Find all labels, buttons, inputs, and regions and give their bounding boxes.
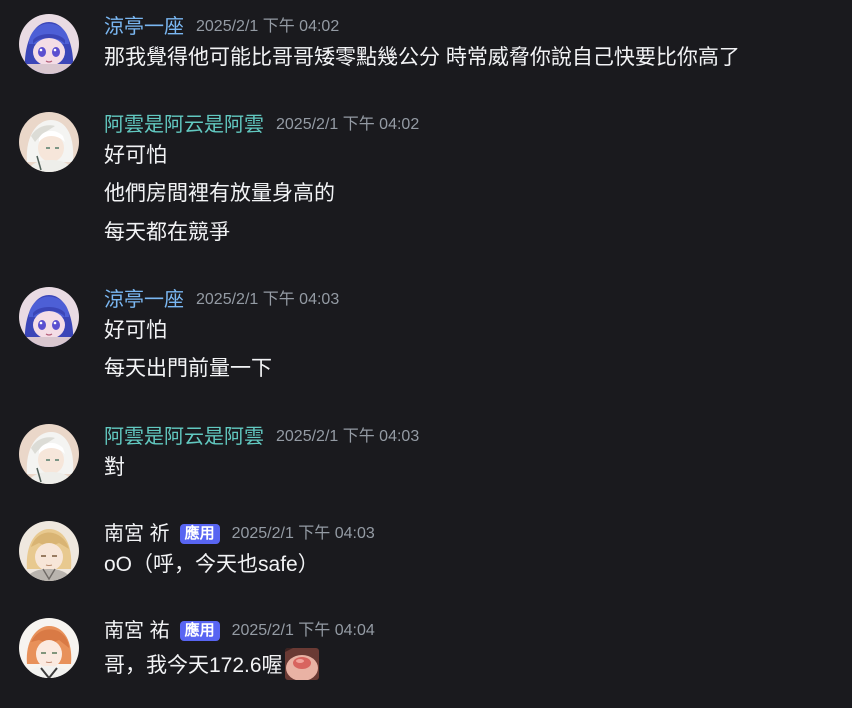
timestamp[interactable]: 2025/2/1 下午 04:03 bbox=[232, 521, 375, 547]
timestamp[interactable]: 2025/2/1 下午 04:03 bbox=[196, 287, 339, 313]
username[interactable]: 涼亭一座 bbox=[104, 287, 184, 313]
message-text: oO（呼，今天也safe） bbox=[104, 553, 319, 576]
message-header: 涼亭一座 2025/2/1 下午 04:03 bbox=[104, 287, 339, 313]
avatar-image bbox=[19, 618, 79, 678]
message-text: 對 bbox=[104, 456, 125, 479]
message-header: 南宮 祐 應用 2025/2/1 下午 04:04 bbox=[104, 618, 375, 644]
message-header: 涼亭一座 2025/2/1 下午 04:02 bbox=[104, 14, 339, 40]
avatar-image bbox=[19, 14, 79, 74]
avatar[interactable] bbox=[19, 112, 79, 172]
message-text: 他們房間裡有放量身高的 bbox=[104, 182, 335, 205]
username[interactable]: 南宮 祈 bbox=[104, 521, 170, 547]
avatar[interactable] bbox=[19, 14, 79, 74]
blushing-face-emoji[interactable] bbox=[284, 648, 319, 680]
message-text: 好可怕 bbox=[104, 144, 167, 167]
username[interactable]: 南宮 祐 bbox=[104, 618, 170, 644]
message-text: 那我覺得他可能比哥哥矮零點幾公分 時常威脅你說自己快要比你高了 bbox=[104, 46, 740, 69]
timestamp[interactable]: 2025/2/1 下午 04:02 bbox=[196, 14, 339, 40]
app-badge: 應用 bbox=[179, 621, 220, 641]
avatar-image bbox=[19, 112, 79, 172]
avatar[interactable] bbox=[19, 287, 79, 347]
app-badge: 應用 bbox=[179, 524, 220, 544]
avatar-image bbox=[19, 521, 79, 581]
timestamp[interactable]: 2025/2/1 下午 04:04 bbox=[232, 618, 375, 644]
avatar[interactable] bbox=[19, 424, 79, 484]
avatar-image bbox=[19, 287, 79, 347]
username[interactable]: 阿雲是阿云是阿雲 bbox=[104, 424, 264, 450]
message-text-content: 哥，我今天172.6喔 bbox=[104, 654, 283, 677]
timestamp[interactable]: 2025/2/1 下午 04:03 bbox=[276, 424, 419, 450]
message-header: 南宮 祈 應用 2025/2/1 下午 04:03 bbox=[104, 521, 375, 547]
timestamp[interactable]: 2025/2/1 下午 04:02 bbox=[276, 112, 419, 138]
avatar[interactable] bbox=[19, 618, 79, 678]
message-text: 哥，我今天172.6喔 bbox=[104, 648, 319, 680]
message-header: 阿雲是阿云是阿雲 2025/2/1 下午 04:03 bbox=[104, 424, 419, 450]
avatar-image bbox=[19, 424, 79, 484]
chat-messages: 涼亭一座 2025/2/1 下午 04:02 那我覺得他可能比哥哥矮零點幾公分 … bbox=[0, 0, 852, 708]
message-text: 好可怕 bbox=[104, 319, 167, 342]
message-text: 每天都在競爭 bbox=[104, 221, 230, 244]
username[interactable]: 阿雲是阿云是阿雲 bbox=[104, 112, 264, 138]
message-text: 每天出門前量一下 bbox=[104, 357, 272, 380]
message-header: 阿雲是阿云是阿雲 2025/2/1 下午 04:02 bbox=[104, 112, 419, 138]
avatar[interactable] bbox=[19, 521, 79, 581]
username[interactable]: 涼亭一座 bbox=[104, 14, 184, 40]
